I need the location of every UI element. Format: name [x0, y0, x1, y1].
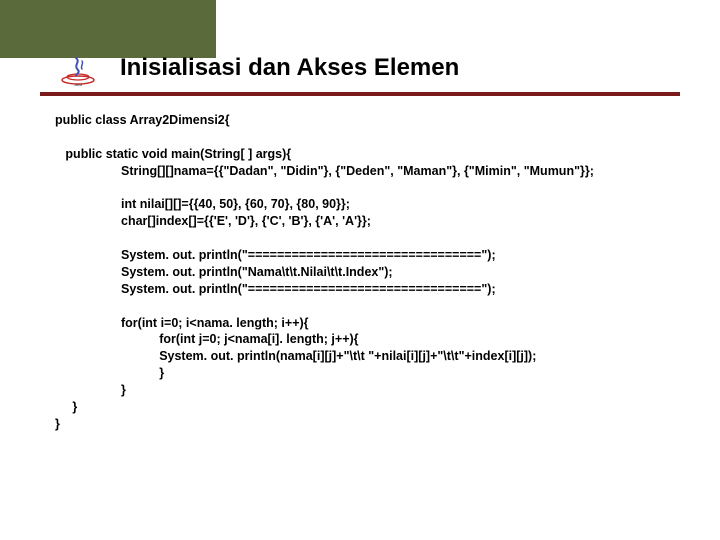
code-line: System. out. println("Nama\t\t.Nilai\t\t…	[55, 264, 695, 281]
code-line: for(int i=0; i<nama. length; i++){	[55, 315, 695, 332]
code-line: char[]index[]={{'E', 'D'}, {'C', 'B'}, {…	[55, 213, 695, 230]
code-blank	[55, 129, 695, 146]
java-logo-icon: Java	[56, 56, 100, 86]
code-line: public static void main(String[ ] args){	[55, 146, 695, 163]
code-line: }	[55, 399, 695, 416]
code-blank	[55, 230, 695, 247]
code-line: }	[55, 382, 695, 399]
code-line: for(int j=0; j<nama[i]. length; j++){	[55, 331, 695, 348]
code-line: System. out. println("==================…	[55, 247, 695, 264]
code-blank	[55, 298, 695, 315]
title-underline	[40, 92, 680, 96]
code-block: public class Array2Dimensi2{ public stat…	[55, 112, 695, 433]
code-line: System. out. println(nama[i][j]+"\t\t "+…	[55, 348, 695, 365]
code-line: }	[55, 416, 695, 433]
code-line: String[][]nama={{"Dadan", "Didin"}, {"De…	[55, 163, 695, 180]
slide-title: Inisialisasi dan Akses Elemen	[120, 54, 459, 82]
code-line: int nilai[][]={{40, 50}, {60, 70}, {80, …	[55, 196, 695, 213]
code-line: public class Array2Dimensi2{	[55, 112, 695, 129]
code-line: System. out. println("==================…	[55, 281, 695, 298]
decorative-header-block	[0, 0, 216, 58]
svg-text:Java: Java	[74, 82, 83, 86]
code-line: }	[55, 365, 695, 382]
code-blank	[55, 180, 695, 197]
